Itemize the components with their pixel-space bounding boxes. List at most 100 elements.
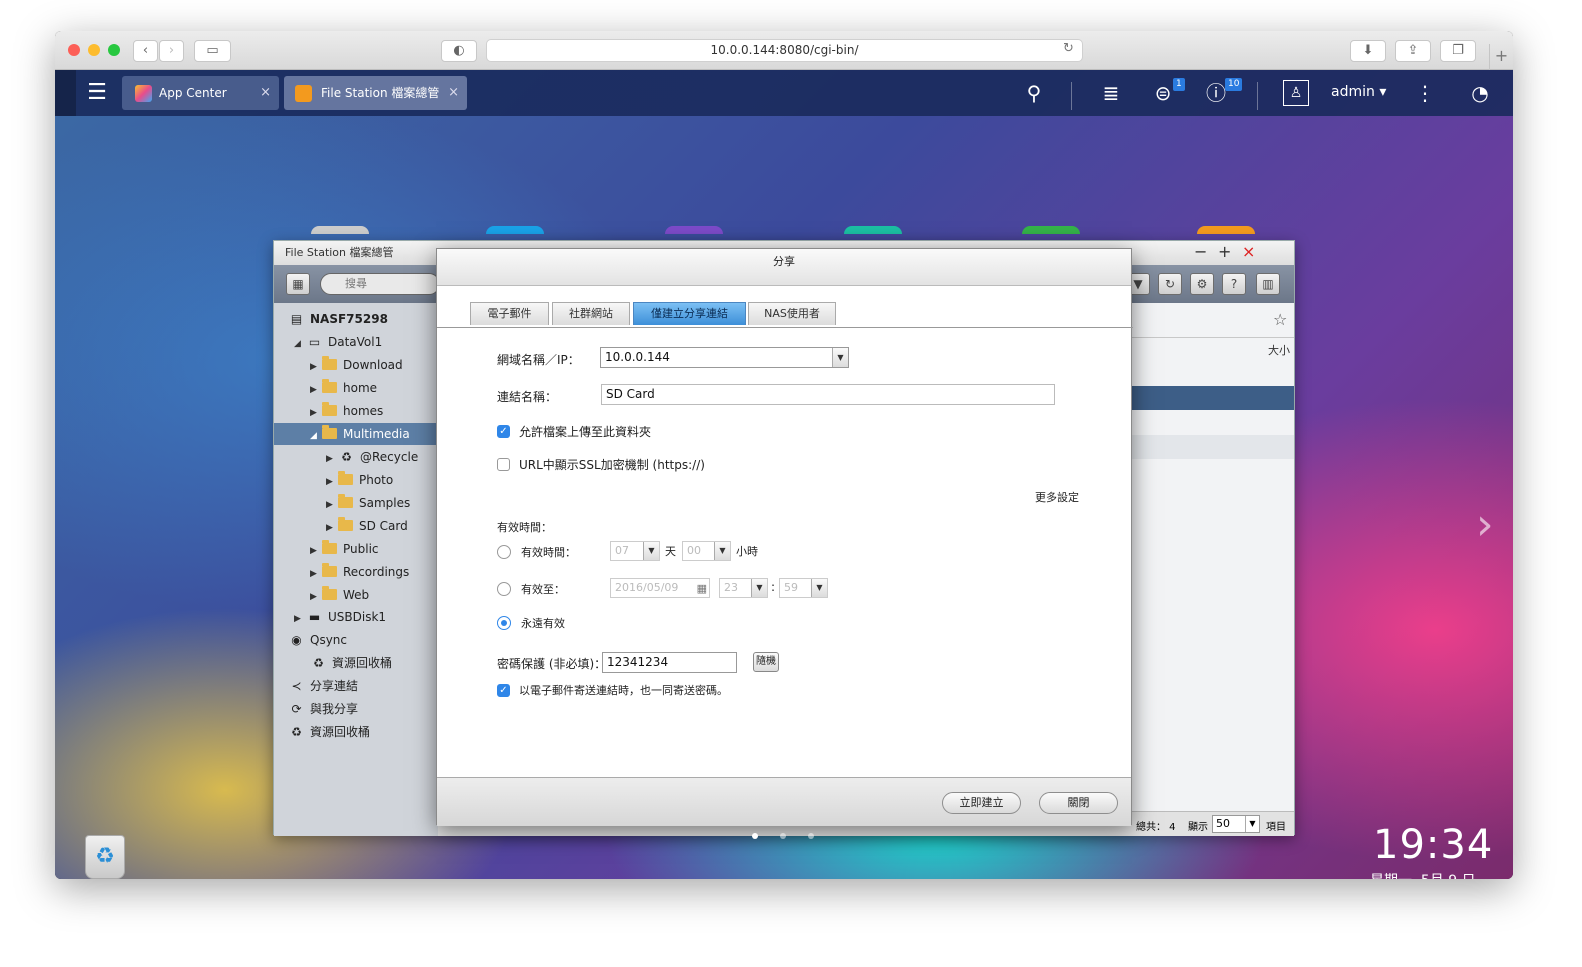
- tree-item-samples[interactable]: ▶ Samples: [326, 492, 410, 514]
- valid-until-radio[interactable]: [497, 582, 511, 596]
- forever-radio[interactable]: [497, 616, 511, 630]
- tab-social[interactable]: 社群網站: [552, 302, 630, 325]
- close-tab-icon[interactable]: ×: [260, 76, 271, 110]
- back-button[interactable]: ‹: [133, 40, 158, 62]
- tree-item-sd-card[interactable]: ▶ SD Card: [326, 515, 408, 537]
- toggle-sidebar-icon[interactable]: ▦: [286, 273, 310, 295]
- calendar-icon[interactable]: ▦: [697, 580, 707, 598]
- tree-item-public[interactable]: ▶ Public: [310, 538, 379, 560]
- shield-icon[interactable]: ◐: [441, 40, 477, 62]
- tree-item-nas[interactable]: ▤ NASF75298: [288, 308, 388, 330]
- tree-item-share-links[interactable]: ≺ 分享連結: [288, 675, 358, 697]
- cloud-icon[interactable]: ☁: [741, 876, 756, 879]
- sidebar-toggle-icon[interactable]: ▭: [194, 40, 231, 62]
- tree-item-qsync[interactable]: ◉ Qsync: [288, 629, 347, 651]
- close-button[interactable]: 關閉: [1039, 792, 1118, 814]
- create-button[interactable]: 立即建立: [942, 792, 1021, 814]
- hours-select[interactable]: 00 ▼: [682, 541, 731, 561]
- user-avatar-icon[interactable]: ♙: [1283, 80, 1309, 106]
- column-header-size[interactable]: 大小: [1268, 342, 1290, 358]
- nas-server-icon: ▤: [290, 312, 303, 326]
- tree-item-recordings[interactable]: ▶ Recordings: [310, 561, 409, 583]
- page-size-select[interactable]: 50 ▼: [1212, 815, 1260, 833]
- more-options-icon[interactable]: ⋮: [1412, 78, 1438, 108]
- allow-upload-checkbox[interactable]: ✓: [497, 425, 510, 438]
- forward-button[interactable]: ›: [159, 40, 184, 62]
- qts-desktop: ☰ App Center × File Station 檔案總管 × ⚲ ≣ ⊜…: [55, 70, 1513, 879]
- chevron-down-icon: ▼: [643, 542, 659, 560]
- share-icon[interactable]: ⇪: [1395, 40, 1431, 62]
- random-password-button[interactable]: 隨機: [753, 652, 779, 672]
- tree-item-photo[interactable]: ▶ Photo: [326, 469, 393, 491]
- close-window-icon[interactable]: [68, 44, 80, 56]
- user-menu[interactable]: admin ▾: [1331, 84, 1386, 100]
- view-panel-icon[interactable]: ▥: [1256, 273, 1280, 295]
- minute-select[interactable]: 59 ▼: [779, 578, 828, 598]
- tab-link-only[interactable]: 僅建立分享連結: [633, 302, 746, 325]
- address-bar[interactable]: 10.0.0.144:8080/cgi-bin/: [486, 39, 1083, 62]
- new-tab-button[interactable]: +: [1489, 44, 1513, 70]
- tree-item-web[interactable]: ▶ Web: [310, 584, 369, 606]
- tree-item-usbdisk1[interactable]: ▶ ▬ USBDisk1: [294, 606, 386, 628]
- close-icon[interactable]: ×: [1242, 242, 1255, 261]
- folder-icon: [322, 563, 337, 577]
- tab-nas-user[interactable]: NAS使用者: [748, 302, 836, 325]
- search-input[interactable]: 搜尋: [320, 273, 440, 295]
- desktop-clock: 19:34: [1373, 822, 1494, 868]
- tree-item-recycle-bin[interactable]: ♻ 資源回收桶: [288, 721, 370, 743]
- qts-topbar: ☰ App Center × File Station 檔案總管 × ⚲ ≣ ⊜…: [55, 70, 1513, 116]
- next-page-chevron-icon[interactable]: ›: [1476, 500, 1494, 550]
- hour-select[interactable]: 23 ▼: [719, 578, 768, 598]
- recycle-bin-icon[interactable]: ♻: [85, 835, 125, 879]
- more-settings-link[interactable]: 更多設定: [1035, 489, 1079, 505]
- zoom-window-icon[interactable]: [108, 44, 120, 56]
- maximize-icon[interactable]: +: [1218, 242, 1231, 261]
- folder-tree: ▤ NASF75298 ◢ ▭ DataVol1 ▶ Download ▶ home ▶ h…: [274, 303, 438, 836]
- download-icon[interactable]: ⬇: [1350, 40, 1386, 62]
- refresh-icon[interactable]: ↻: [1158, 273, 1182, 295]
- tabs-overview-icon[interactable]: ❐: [1440, 40, 1476, 62]
- days-select[interactable]: 07 ▼: [610, 541, 660, 561]
- settings-gear-icon[interactable]: ⚙: [1190, 273, 1214, 295]
- tree-item-home[interactable]: ▶ home: [310, 377, 377, 399]
- book-icon[interactable]: ▯: [805, 876, 813, 879]
- tree-item-datavol1[interactable]: ◢ ▭ DataVol1: [294, 331, 382, 353]
- recycle-bin-icon: ♻: [341, 450, 352, 464]
- tab-email[interactable]: 電子郵件: [470, 302, 549, 325]
- menu-icon[interactable]: ☰: [85, 78, 109, 108]
- tree-item-recycle[interactable]: ▶ ♻ @Recycle: [326, 446, 418, 468]
- dashboard-gauge-icon[interactable]: ◔: [1466, 78, 1494, 108]
- tree-item-qsync-recycle[interactable]: ♻ 資源回收桶: [310, 652, 392, 674]
- show-label: 顯示: [1188, 822, 1208, 833]
- tree-item-shared-with-me[interactable]: ⟳ 與我分享: [288, 698, 358, 720]
- page-dot-active[interactable]: [752, 833, 758, 839]
- validity-label: 有效時間：: [497, 521, 552, 534]
- send-password-checkbox[interactable]: ✓: [497, 684, 510, 697]
- share-icon: ≺: [291, 679, 302, 693]
- close-tab-icon[interactable]: ×: [448, 76, 459, 110]
- help-icon[interactable]: ?: [1222, 273, 1246, 295]
- search-icon[interactable]: ⚲: [1021, 78, 1047, 108]
- reload-icon[interactable]: ↻: [1063, 41, 1074, 56]
- tree-item-homes[interactable]: ▶ homes: [310, 400, 383, 422]
- password-input[interactable]: 12341234: [602, 652, 737, 673]
- tab-app-center[interactable]: App Center ×: [122, 76, 279, 110]
- tree-item-multimedia[interactable]: ◢ Multimedia: [310, 423, 410, 445]
- page-dot[interactable]: [808, 833, 814, 839]
- background-tasks-icon[interactable]: ≣: [1098, 78, 1124, 108]
- chevron-down-icon: ▼: [751, 579, 767, 597]
- star-icon[interactable]: ☆: [1273, 310, 1287, 329]
- tools-icon[interactable]: ✎: [773, 876, 786, 879]
- ssl-url-checkbox[interactable]: [497, 458, 510, 471]
- date-input[interactable]: 2016/05/09 ▦: [610, 578, 710, 598]
- tab-file-station[interactable]: File Station 檔案總管 ×: [284, 76, 467, 110]
- tree-item-download[interactable]: ▶ Download: [310, 354, 403, 376]
- minimize-icon[interactable]: −: [1194, 242, 1207, 261]
- domain-select[interactable]: 10.0.0.144 ▼: [600, 347, 849, 368]
- days-unit: 天: [665, 545, 676, 558]
- valid-period-radio[interactable]: [497, 545, 511, 559]
- link-name-input[interactable]: SD Card: [601, 384, 1055, 405]
- page-dot[interactable]: [780, 833, 786, 839]
- allow-upload-label: 允許檔案上傳至此資料夾: [519, 425, 652, 439]
- minimize-window-icon[interactable]: [88, 44, 100, 56]
